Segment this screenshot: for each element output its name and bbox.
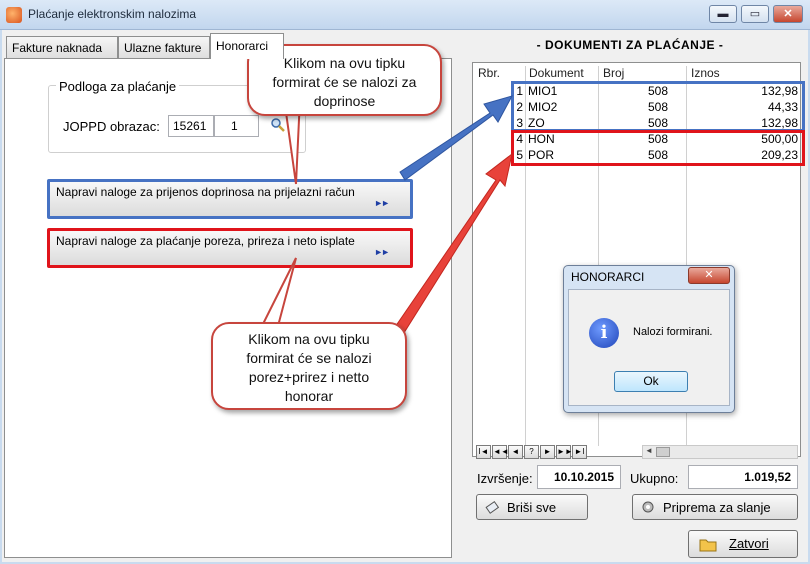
callout-bottom: Klikom na ovu tipku formirat će se naloz…	[211, 322, 407, 410]
dialog-body: i Nalozi formirani. Ok	[568, 289, 730, 406]
info-dialog: HONORARCI ✕ i Nalozi formirani. Ok	[563, 265, 735, 413]
dialog-title: HONORARCI	[571, 270, 645, 284]
tab-honorarci[interactable]: Honorarci	[210, 33, 284, 59]
dialog-close-button[interactable]: ✕	[688, 267, 730, 284]
red-arrow	[392, 152, 513, 337]
dialog-ok-button[interactable]: Ok	[614, 371, 688, 392]
callout-bottom-tail	[260, 257, 297, 327]
information-icon: i	[589, 318, 619, 348]
dialog-message: Nalozi formirani.	[633, 326, 713, 338]
